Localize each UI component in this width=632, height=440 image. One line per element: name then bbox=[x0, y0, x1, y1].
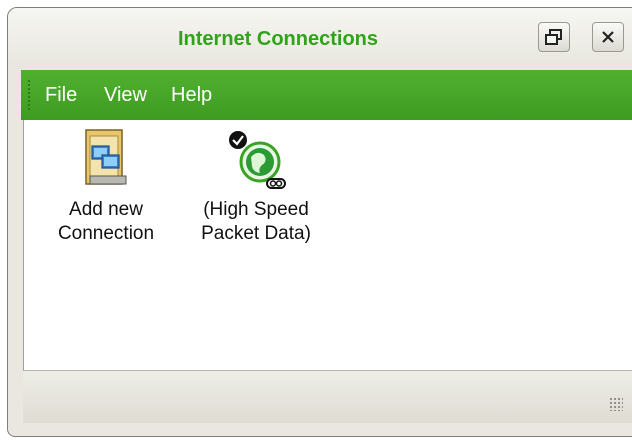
close-button[interactable] bbox=[592, 22, 624, 52]
high-speed-packet-data-item[interactable]: (High Speed Packet Data) bbox=[186, 128, 326, 246]
internet-connections-window: Internet Connections File View Help Add … bbox=[7, 7, 632, 437]
add-new-connection-label: Add new Connection bbox=[57, 199, 155, 244]
menu-grip-icon[interactable] bbox=[27, 79, 31, 111]
restore-icon bbox=[545, 29, 562, 45]
menu-view[interactable]: View bbox=[104, 84, 147, 107]
add-new-connection-item[interactable]: Add new Connection bbox=[36, 128, 176, 246]
high-speed-packet-data-label: (High Speed Packet Data) bbox=[201, 199, 311, 244]
network-connection-icon bbox=[85, 129, 127, 185]
title-bar[interactable]: Internet Connections bbox=[8, 8, 632, 68]
menu-bar: File View Help bbox=[21, 70, 632, 120]
globe-connected-icon bbox=[229, 131, 286, 189]
resize-grip-icon[interactable] bbox=[609, 397, 623, 411]
window-title: Internet Connections bbox=[178, 28, 379, 50]
close-icon bbox=[602, 31, 614, 43]
restore-button[interactable] bbox=[538, 22, 570, 52]
connections-list: Add new Connection (High Speed Packet Da… bbox=[23, 120, 632, 370]
menu-help[interactable]: Help bbox=[171, 84, 212, 107]
status-bar bbox=[23, 370, 632, 423]
menu-file[interactable]: File bbox=[45, 84, 77, 107]
